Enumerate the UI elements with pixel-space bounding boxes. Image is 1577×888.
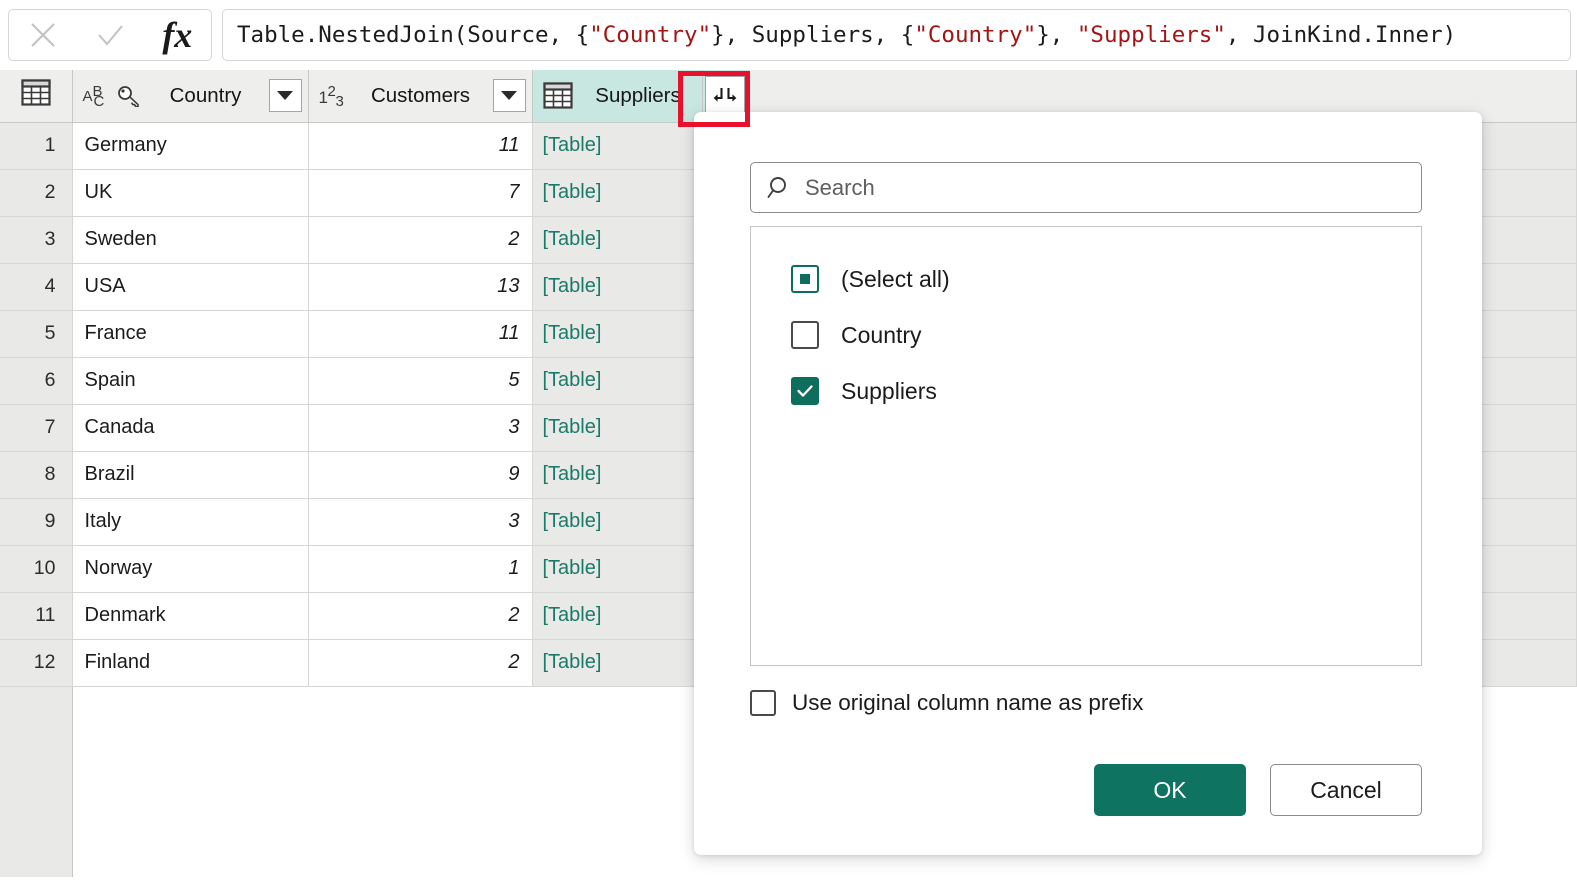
accept-formula-button[interactable] — [82, 11, 138, 59]
row-index-cell: 9 — [0, 498, 72, 545]
cell-suppliers[interactable]: [Table] — [532, 357, 702, 404]
column-option-checkbox[interactable] — [791, 377, 819, 405]
column-option-row[interactable]: Suppliers — [751, 363, 1421, 419]
row-index-cell: 4 — [0, 263, 72, 310]
formula-bar: fx Table.NestedJoin(Source, {"Country"},… — [0, 0, 1577, 70]
cell-customers[interactable]: 7 — [308, 169, 532, 216]
column-header-country[interactable]: ABC Country — [72, 70, 308, 122]
search-input[interactable]: Search — [750, 162, 1422, 213]
cell-country[interactable]: Sweden — [72, 216, 308, 263]
column-option-row[interactable]: Country — [751, 307, 1421, 363]
row-index-cell: 3 — [0, 216, 72, 263]
cell-country[interactable]: Brazil — [72, 451, 308, 498]
cancel-formula-button[interactable] — [15, 11, 71, 59]
row-index-cell: 11 — [0, 592, 72, 639]
formula-input[interactable]: Table.NestedJoin(Source, {"Country"}, Su… — [222, 9, 1571, 61]
column-filter-country-button[interactable] — [269, 79, 302, 112]
cell-suppliers[interactable]: [Table] — [532, 122, 702, 169]
expand-columns-icon — [712, 85, 738, 107]
cell-country[interactable]: Germany — [72, 122, 308, 169]
column-option-row[interactable]: (Select all) — [751, 251, 1421, 307]
cell-suppliers[interactable]: [Table] — [532, 216, 702, 263]
cell-suppliers[interactable]: [Table] — [532, 310, 702, 357]
fx-icon: fx — [162, 17, 192, 53]
row-index-cell: 12 — [0, 639, 72, 686]
column-header-label: Customers — [357, 84, 485, 108]
cancel-button[interactable]: Cancel — [1270, 764, 1422, 816]
cell-country[interactable]: Spain — [72, 357, 308, 404]
use-prefix-checkbox[interactable] — [750, 690, 776, 716]
cell-country[interactable]: Norway — [72, 545, 308, 592]
formula-text: Table.NestedJoin(Source, {"Country"}, Su… — [237, 22, 1456, 48]
cell-customers[interactable]: 2 — [308, 639, 532, 686]
use-prefix-label: Use original column name as prefix — [792, 690, 1143, 716]
column-option-label: Country — [841, 322, 922, 349]
cell-country[interactable]: France — [72, 310, 308, 357]
cell-suppliers[interactable]: [Table] — [532, 592, 702, 639]
select-all-columns-corner[interactable] — [0, 70, 72, 122]
cell-country[interactable]: UK — [72, 169, 308, 216]
cell-customers[interactable]: 2 — [308, 216, 532, 263]
row-index-cell: 2 — [0, 169, 72, 216]
row-index-cell: 1 — [0, 122, 72, 169]
row-index-cell: 8 — [0, 451, 72, 498]
expand-columns-dialog: Search (Select all) Country Suppliers Use … — [694, 112, 1482, 855]
check-icon — [93, 18, 127, 52]
cell-customers[interactable]: 1 — [308, 545, 532, 592]
cell-customers[interactable]: 11 — [308, 310, 532, 357]
row-index-cell: 6 — [0, 357, 72, 404]
ok-button[interactable]: OK — [1094, 764, 1246, 816]
row-index-gutter-filler — [0, 686, 72, 877]
cell-customers[interactable]: 9 — [308, 451, 532, 498]
chevron-down-icon — [277, 91, 293, 100]
column-filter-customers-button[interactable] — [493, 79, 526, 112]
column-options-list: (Select all) Country Suppliers — [750, 226, 1422, 666]
cell-suppliers[interactable]: [Table] — [532, 169, 702, 216]
column-option-label: Suppliers — [841, 378, 937, 405]
cell-country[interactable]: Canada — [72, 404, 308, 451]
cell-suppliers[interactable]: [Table] — [532, 451, 702, 498]
column-header-label: Country — [151, 84, 261, 108]
insert-function-button[interactable]: fx — [149, 11, 205, 59]
column-header-suppliers[interactable]: Suppliers — [532, 70, 702, 122]
search-icon — [767, 175, 793, 201]
formula-bar-buttons: fx — [8, 9, 212, 61]
row-index-cell: 5 — [0, 310, 72, 357]
column-header-label: Suppliers — [581, 84, 696, 108]
search-placeholder: Search — [805, 175, 875, 201]
cell-customers[interactable]: 2 — [308, 592, 532, 639]
cell-customers[interactable]: 13 — [308, 263, 532, 310]
expand-columns-button[interactable] — [705, 76, 745, 116]
cell-suppliers[interactable]: [Table] — [532, 639, 702, 686]
key-icon — [117, 85, 143, 107]
cell-suppliers[interactable]: [Table] — [532, 498, 702, 545]
cell-country[interactable]: Finland — [72, 639, 308, 686]
abc-text-type-icon: ABC — [83, 84, 109, 108]
chevron-down-icon — [501, 91, 517, 100]
use-prefix-row[interactable]: Use original column name as prefix — [750, 690, 1143, 716]
cell-customers[interactable]: 3 — [308, 404, 532, 451]
close-icon — [26, 18, 60, 52]
column-option-label: (Select all) — [841, 266, 950, 293]
row-index-cell: 10 — [0, 545, 72, 592]
cell-country[interactable]: Italy — [72, 498, 308, 545]
cell-suppliers[interactable]: [Table] — [532, 404, 702, 451]
cell-customers[interactable]: 3 — [308, 498, 532, 545]
dialog-buttons: OK Cancel — [1094, 764, 1422, 816]
indeterminate-square-icon — [800, 274, 810, 284]
cell-customers[interactable]: 11 — [308, 122, 532, 169]
column-option-checkbox[interactable] — [791, 265, 819, 293]
check-icon — [795, 381, 815, 401]
123-number-type-icon: 123 — [319, 84, 349, 108]
cell-suppliers[interactable]: [Table] — [532, 545, 702, 592]
cell-country[interactable]: USA — [72, 263, 308, 310]
cell-suppliers[interactable]: [Table] — [532, 263, 702, 310]
row-index-cell: 7 — [0, 404, 72, 451]
cell-country[interactable]: Denmark — [72, 592, 308, 639]
column-option-checkbox[interactable] — [791, 321, 819, 349]
table-icon — [21, 79, 51, 106]
table-type-icon — [543, 82, 573, 109]
cell-customers[interactable]: 5 — [308, 357, 532, 404]
column-header-customers[interactable]: 123 Customers — [308, 70, 532, 122]
